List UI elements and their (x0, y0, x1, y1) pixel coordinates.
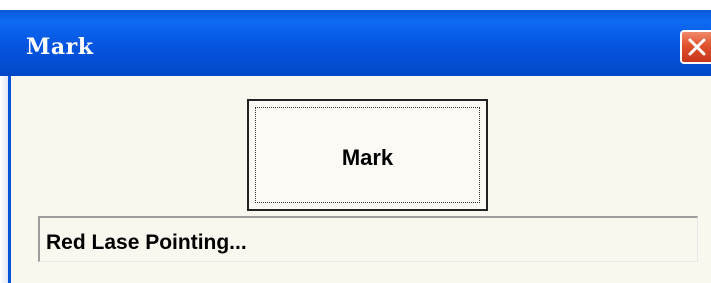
window-title: Mark (26, 34, 94, 60)
close-icon (688, 38, 706, 56)
mark-button-label: Mark (341, 145, 394, 170)
title-bar[interactable]: Mark (0, 10, 711, 76)
status-field: Red Lase Pointing... (38, 216, 698, 262)
close-button[interactable] (680, 30, 711, 64)
mark-dialog: Mark Mark Red Lase Pointing... (0, 0, 711, 283)
mark-button[interactable]: Mark (247, 99, 488, 211)
screen-edge (0, 0, 711, 10)
background-strip (0, 76, 8, 283)
status-text: Red Lase Pointing... (46, 231, 247, 254)
